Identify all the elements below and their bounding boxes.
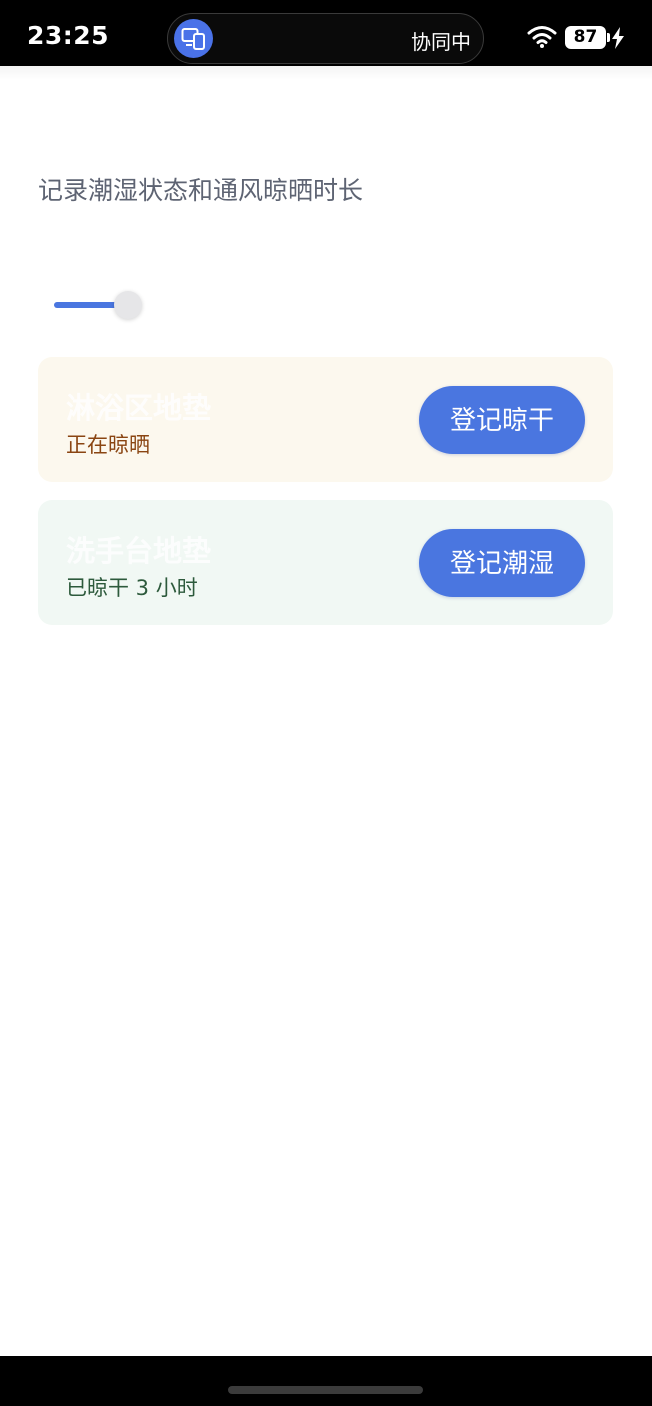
mat-card-shower: 淋浴区地垫 正在晾晒 登记晾干 xyxy=(38,357,613,482)
mark-damp-button[interactable]: 登记潮湿 xyxy=(419,529,585,597)
mat-card-sink: 洗手台地垫 已晾干 3 小时 登记潮湿 xyxy=(38,500,613,625)
multi-device-icon xyxy=(174,19,213,58)
toggle-switch[interactable] xyxy=(54,290,146,320)
battery-level: 87 xyxy=(573,27,598,47)
toggle-thumb[interactable] xyxy=(114,291,142,319)
battery-tip xyxy=(607,33,610,42)
collaboration-pill[interactable]: 协同中 xyxy=(167,13,484,64)
page-subtitle: 记录潮湿状态和通风晾晒时长 xyxy=(38,176,364,205)
battery-indicator: 87 xyxy=(565,26,610,49)
navigation-bar xyxy=(0,1356,652,1406)
charging-bolt-icon xyxy=(611,27,625,53)
card-status: 正在晾晒 xyxy=(66,433,150,457)
status-bar: 23:25 协同中 87 xyxy=(0,0,652,66)
collaboration-label: 协同中 xyxy=(411,30,471,54)
wifi-icon xyxy=(527,25,557,53)
card-title: 淋浴区地垫 xyxy=(66,391,212,425)
status-time: 23:25 xyxy=(27,21,110,50)
home-indicator[interactable] xyxy=(228,1386,423,1394)
header-shadow xyxy=(0,66,652,80)
mark-dry-button[interactable]: 登记晾干 xyxy=(419,386,585,454)
card-title: 洗手台地垫 xyxy=(66,534,212,568)
card-status: 已晾干 3 小时 xyxy=(66,576,198,600)
app-screen: 23:25 协同中 87 记录潮湿状态和通风晾晒时长 淋浴区地垫 正在晾晒 登记… xyxy=(0,0,652,1406)
